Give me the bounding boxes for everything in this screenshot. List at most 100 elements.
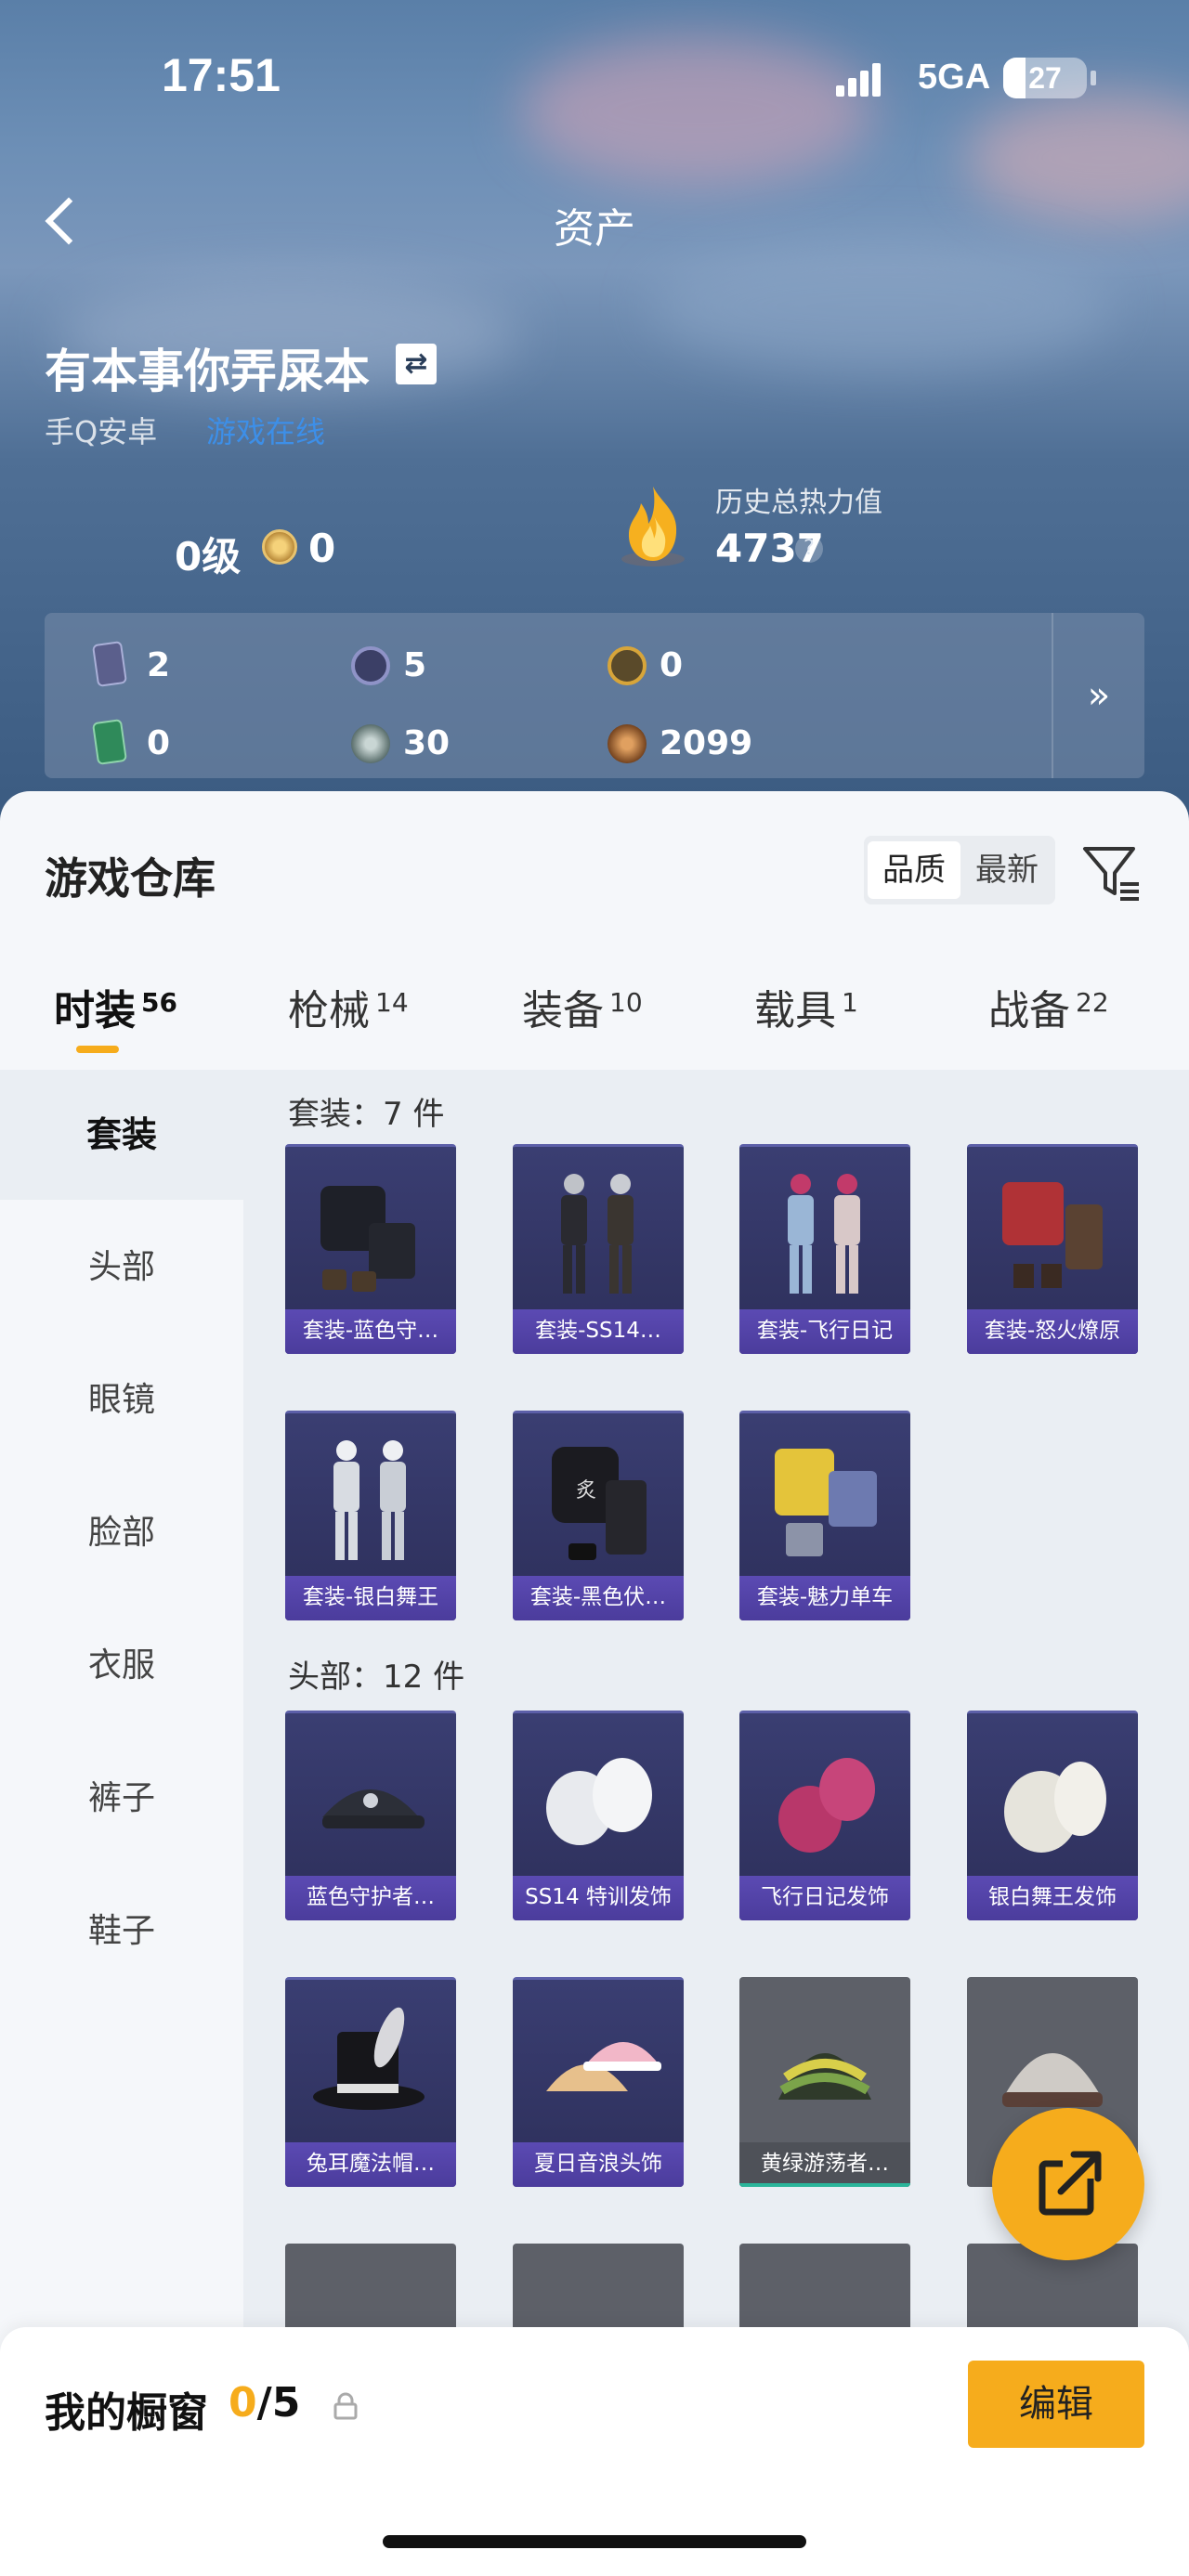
network-label: 5GA <box>918 58 991 97</box>
tab-vehicles[interactable]: 载具 1 <box>754 977 858 1036</box>
item-card[interactable]: 兔耳魔法帽… <box>285 1977 456 2187</box>
item-label: 银白舞王发饰 <box>967 1876 1138 1920</box>
item-label: 套装-SS14… <box>513 1309 684 1354</box>
section-title-head: 头部：12 件 <box>288 1659 465 1696</box>
coin-icon <box>351 646 390 685</box>
username: 有本事你弄屎本 <box>45 345 370 398</box>
tab-fashion[interactable]: 时装 56 <box>54 977 177 1036</box>
item-card[interactable]: 套装-SS14… <box>513 1144 684 1354</box>
tab-label: 载具 <box>754 987 836 1034</box>
item-image <box>758 1434 892 1573</box>
item-label: 套装-怒火燎原 <box>967 1309 1138 1354</box>
item-label: 套装-魅力单车 <box>739 1576 910 1620</box>
item-card[interactable]: 夏日音浪头饰 <box>513 1977 684 2187</box>
item-card[interactable]: 银白舞王发饰 <box>967 1711 1138 1920</box>
tab-label: 装备 <box>522 987 604 1034</box>
tab-label: 时装 <box>54 987 136 1034</box>
online-status: 游戏在线 <box>206 414 326 449</box>
showcase-total: /5 <box>256 2379 301 2426</box>
item-label: 套装-飞行日记 <box>739 1309 910 1354</box>
item-card[interactable]: SS14 特训发饰 <box>513 1711 684 1920</box>
section-title-suits: 套装：7 件 <box>288 1096 445 1133</box>
item-image <box>986 1734 1119 1873</box>
swap-icon[interactable]: ⇄ <box>396 344 437 384</box>
token-icon <box>608 646 647 685</box>
tab-indicator <box>76 1046 119 1053</box>
tab-count: 56 <box>141 987 177 1018</box>
tab-count: 22 <box>1076 987 1109 1018</box>
item-label: 套装-蓝色守… <box>285 1309 456 1354</box>
ticket-icon <box>91 718 128 766</box>
sidebar-item-clothes[interactable]: 衣服 <box>0 1601 243 1731</box>
item-card[interactable]: 套装-蓝色守… <box>285 1144 456 1354</box>
tab-count: 1 <box>842 987 858 1018</box>
signal-icon <box>836 63 884 97</box>
showcase-label: 我的橱窗 <box>45 2389 208 2437</box>
sort-latest-button[interactable]: 最新 <box>960 841 1053 899</box>
item-card[interactable]: 炙套装-黑色伏… <box>513 1411 684 1620</box>
lock-icon <box>333 2392 358 2420</box>
item-image <box>758 1734 892 1873</box>
sort-toggle: 品质 最新 <box>864 836 1055 904</box>
sidebar-item-head[interactable]: 头部 <box>0 1203 243 1333</box>
item-image <box>531 1734 665 1873</box>
item-label: 夏日音浪头饰 <box>513 2142 684 2187</box>
badge-icon <box>608 724 647 763</box>
tab-label: 战备 <box>988 987 1070 1034</box>
item-image <box>758 1997 892 2137</box>
item-card[interactable]: 飞行日记发饰 <box>739 1711 910 1920</box>
tab-equipment[interactable]: 装备 10 <box>522 977 643 1036</box>
sidebar-item-suits[interactable]: 套装 <box>0 1070 243 1200</box>
item-label: 飞行日记发饰 <box>739 1876 910 1920</box>
level-label: 0级 <box>175 534 242 579</box>
item-image <box>758 1167 892 1307</box>
resource-value: 5 <box>403 646 427 684</box>
item-label: 套装-黑色伏… <box>513 1576 684 1620</box>
item-image <box>986 1167 1119 1307</box>
item-label: SS14 特训发饰 <box>513 1876 684 1920</box>
item-image <box>304 1434 438 1573</box>
page-title: 资产 <box>554 205 635 253</box>
item-image <box>304 1167 438 1307</box>
sidebar-item-glasses[interactable]: 眼镜 <box>0 1335 243 1465</box>
item-label: 兔耳魔法帽… <box>285 2142 456 2187</box>
share-icon <box>1039 2151 1104 2216</box>
resource-value: 0 <box>660 646 684 684</box>
tab-supplies[interactable]: 战备 22 <box>988 977 1109 1036</box>
item-card[interactable]: 套装-魅力单车 <box>739 1411 910 1620</box>
help-icon[interactable]: ? <box>795 535 823 563</box>
item-card[interactable]: 黄绿游荡者… <box>739 1977 910 2187</box>
home-indicator <box>383 2535 806 2548</box>
category-tabs: 时装 56 枪械 14 装备 10 载具 1 战备 22 <box>0 977 1189 1070</box>
warehouse-sheet: 游戏仓库 品质 最新 时装 56 枪械 14 装备 10 载具 1 战备 22 套装 头部… <box>0 791 1189 2576</box>
battery-level: 27 <box>1028 61 1062 95</box>
orb-icon <box>351 724 390 763</box>
filter-icon[interactable] <box>1079 839 1144 904</box>
item-card[interactable]: 套装-飞行日记 <box>739 1144 910 1354</box>
item-image <box>304 1734 438 1873</box>
sidebar-item-face[interactable]: 脸部 <box>0 1468 243 1598</box>
item-image <box>531 2000 665 2140</box>
svg-text:炙: 炙 <box>576 1479 596 1503</box>
showcase-count: 0/5 <box>229 2379 300 2426</box>
sidebar-item-pants[interactable]: 裤子 <box>0 1734 243 1864</box>
sidebar-item-shoes[interactable]: 鞋子 <box>0 1867 243 1997</box>
resource-value: 2 <box>147 646 171 684</box>
item-card[interactable]: 套装-银白舞王 <box>285 1411 456 1620</box>
edit-button[interactable]: 编辑 <box>968 2361 1144 2448</box>
item-image <box>304 2000 438 2140</box>
item-card[interactable]: 蓝色守护者… <box>285 1711 456 1920</box>
resource-value: 30 <box>403 724 451 762</box>
showcase-current: 0 <box>229 2379 257 2426</box>
share-button[interactable] <box>992 2108 1144 2260</box>
tab-count: 14 <box>375 987 409 1018</box>
resources-more-button[interactable]: » <box>1052 613 1144 778</box>
resource-value: 0 <box>147 724 171 762</box>
item-card[interactable]: 套装-怒火燎原 <box>967 1144 1138 1354</box>
medal-value: 0 <box>308 526 336 571</box>
item-image: 炙 <box>531 1434 665 1573</box>
item-label: 蓝色守护者… <box>285 1876 456 1920</box>
warehouse-title: 游戏仓库 <box>45 853 216 904</box>
tab-weapons[interactable]: 枪械 14 <box>288 977 409 1036</box>
sort-quality-button[interactable]: 品质 <box>868 841 960 899</box>
